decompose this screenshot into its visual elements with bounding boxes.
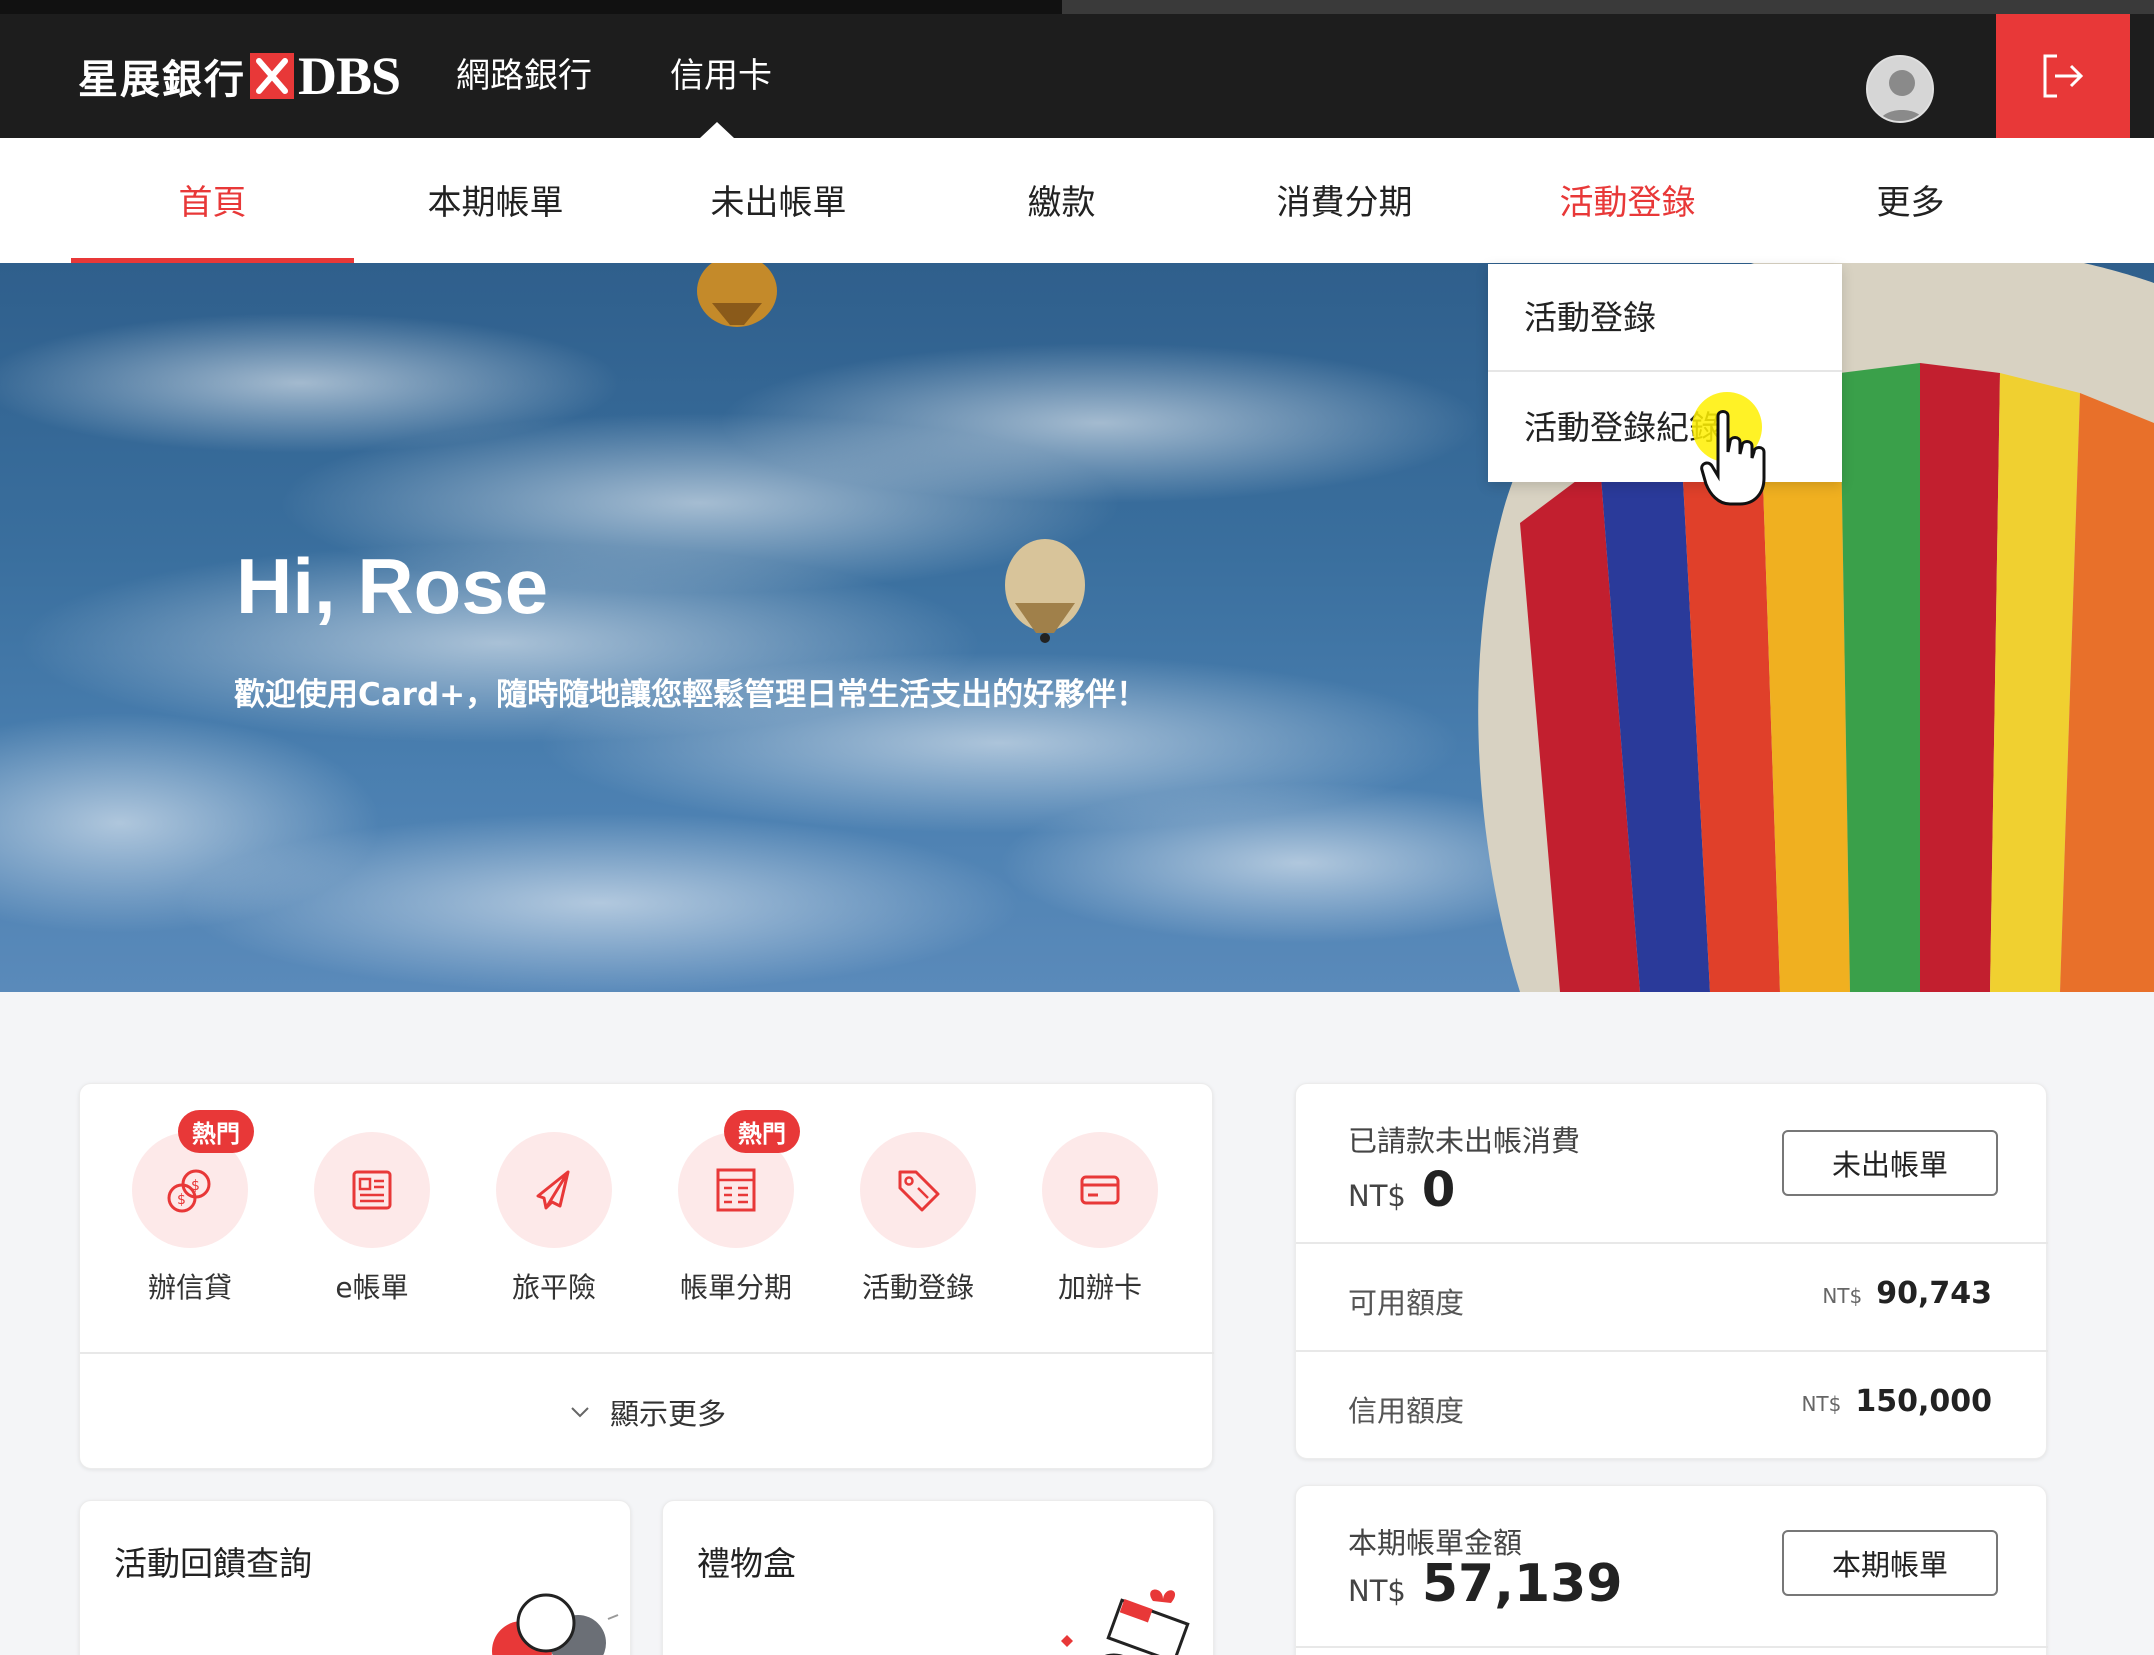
quick-item-add-card[interactable]: 加辦卡	[1010, 1132, 1190, 1306]
pointer-hand-icon	[1700, 410, 1766, 506]
avatar[interactable]	[1866, 55, 1934, 123]
available-credit-value: NT$ 90,743	[1822, 1276, 1992, 1311]
statement-amount-value: 57,139	[1421, 1554, 1623, 1614]
quick-item-e-statement[interactable]: e帳單	[282, 1132, 462, 1306]
logout-button[interactable]	[1996, 14, 2130, 138]
airplane-icon	[496, 1132, 612, 1248]
welcome-subtitle: 歡迎使用Card+，隨時隨地讓您輕鬆管理日常生活支出的好夥伴！	[234, 677, 1148, 713]
dropdown-item-event-registration-history[interactable]: 活動登錄紀錄	[1488, 374, 1842, 482]
dbs-logo[interactable]: 星展銀行 DBS	[78, 46, 401, 106]
gift-box-title: 禮物盒	[697, 1544, 796, 1583]
quick-item-label: 帳單分期	[679, 1271, 792, 1304]
quick-item-bill-installment[interactable]: 熱門 帳單分期	[646, 1110, 826, 1306]
currency-label: NT$	[1801, 1392, 1842, 1416]
quick-item-label: 旅平險	[511, 1271, 596, 1304]
currency-label: NT$	[1348, 1574, 1406, 1608]
tab-home[interactable]: 首頁	[71, 138, 354, 263]
newspaper-icon	[314, 1132, 430, 1248]
show-more-button[interactable]: 顯示更多	[80, 1354, 1214, 1470]
balloons-illustration-icon	[492, 1593, 619, 1655]
available-credit-label: 可用額度	[1348, 1286, 1465, 1320]
unbilled-button[interactable]: 未出帳單	[1782, 1130, 1998, 1196]
tab-payment[interactable]: 繳款	[920, 138, 1203, 263]
event-feedback-title: 活動回饋查詢	[114, 1544, 312, 1583]
show-more-label: 顯示更多	[609, 1397, 726, 1431]
active-nav-caret	[700, 122, 734, 138]
credit-limit-row: 信用額度 NT$ 150,000	[1296, 1350, 2048, 1458]
unbilled-title: 已請款未出帳消費	[1348, 1124, 1581, 1158]
credit-limit-amount: 150,000	[1855, 1384, 1992, 1419]
quick-item-travel-insurance[interactable]: 旅平險	[464, 1132, 644, 1306]
tab-current-statement[interactable]: 本期帳單	[354, 138, 637, 263]
quick-item-label: 活動登錄	[861, 1271, 974, 1304]
tag-icon	[860, 1132, 976, 1248]
top-nav: 網路銀行 信用卡	[456, 50, 772, 102]
quick-item-label: 辦信貸	[147, 1271, 232, 1304]
credit-card-icon	[1042, 1132, 1158, 1248]
currency-label: NT$	[1348, 1179, 1406, 1213]
logo-english-text: DBS	[298, 46, 401, 106]
hot-badge: 熱門	[178, 1110, 254, 1153]
available-credit-row: 可用額度 NT$ 90,743	[1296, 1242, 2048, 1350]
svg-text:$: $	[177, 1192, 186, 1208]
tab-more[interactable]: 更多	[1769, 138, 2052, 263]
gift-box-illustration-icon	[1061, 1589, 1190, 1655]
statement-amount-card: 本期帳單金額 NT$ 57,139 本期帳單	[1295, 1485, 2048, 1655]
dropdown-item-event-registration[interactable]: 活動登錄	[1488, 264, 1842, 372]
quick-item-label: 加辦卡	[1057, 1271, 1142, 1304]
quick-item-personal-loan[interactable]: 熱門 $ $ 辦信貸	[100, 1110, 280, 1306]
currency-label: NT$	[1822, 1284, 1863, 1308]
current-statement-button[interactable]: 本期帳單	[1782, 1530, 1998, 1596]
top-nav-online-banking[interactable]: 網路銀行	[456, 50, 592, 102]
chevron-down-icon	[571, 1407, 589, 1418]
top-header: 星展銀行 DBS 網路銀行 信用卡	[0, 14, 2154, 138]
credit-limit-value: NT$ 150,000	[1801, 1384, 1992, 1419]
top-nav-credit-card[interactable]: 信用卡	[670, 50, 772, 102]
unbilled-amount: NT$ 0	[1348, 1162, 1455, 1218]
svg-text:$: $	[191, 1178, 200, 1194]
unbilled-amount-value: 0	[1421, 1162, 1456, 1218]
sub-nav: 首頁 本期帳單 未出帳單 繳款 消費分期 活動登錄 更多	[0, 138, 2154, 263]
tab-event-registration[interactable]: 活動登錄	[1486, 138, 1769, 263]
event-feedback-card[interactable]: 活動回饋查詢	[79, 1500, 631, 1655]
event-registration-dropdown: 活動登錄 活動登錄紀錄	[1488, 264, 1842, 482]
logo-chinese-text: 星展銀行	[78, 56, 246, 103]
greeting-title: Hi, Rose	[236, 542, 549, 630]
quick-item-event-registration[interactable]: 活動登錄	[828, 1132, 1008, 1306]
quick-item-label: e帳單	[335, 1271, 409, 1304]
statement-amount: NT$ 57,139	[1348, 1554, 1623, 1614]
user-silhouette-icon	[1868, 57, 1932, 121]
divider	[1296, 1646, 2048, 1648]
quick-actions-card: 熱門 $ $ 辦信貸 e帳單 旅平險 熱門 帳單分期 活動登錄 加辦卡 顯示更多	[79, 1083, 1214, 1470]
logout-icon	[2043, 54, 2084, 98]
window-top-strip	[0, 0, 2154, 14]
hot-badge: 熱門	[724, 1110, 800, 1153]
tab-installment[interactable]: 消費分期	[1203, 138, 1486, 263]
gift-box-card[interactable]: 禮物盒	[662, 1500, 1214, 1655]
credit-summary-card: 已請款未出帳消費 NT$ 0 未出帳單 可用額度 NT$ 90,743 信用額度 …	[1295, 1083, 2048, 1459]
dbs-x-mark-icon	[250, 53, 294, 99]
available-credit-amount: 90,743	[1876, 1276, 1992, 1311]
credit-limit-label: 信用額度	[1348, 1394, 1465, 1428]
tab-unbilled[interactable]: 未出帳單	[637, 138, 920, 263]
window-top-strip-segment	[1062, 0, 2154, 14]
